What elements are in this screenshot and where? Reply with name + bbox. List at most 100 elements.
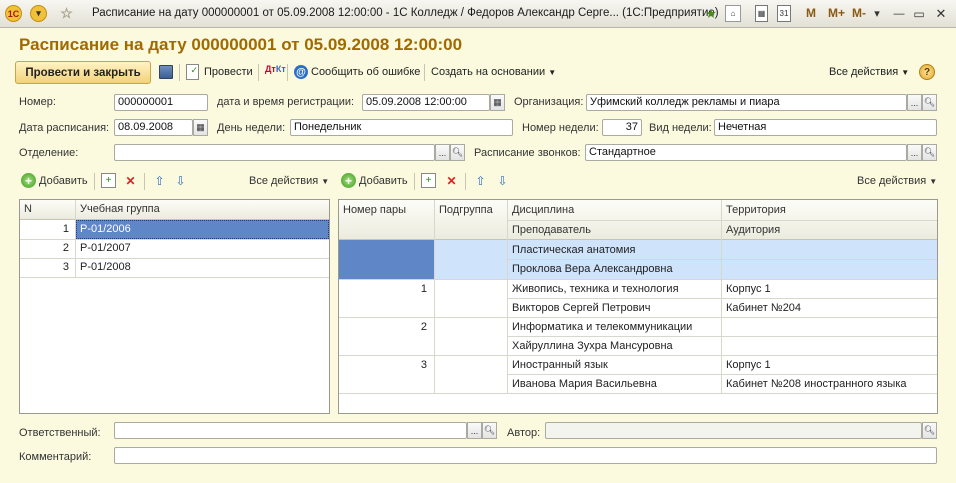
column-header-group[interactable]: Учебная группа [76, 203, 326, 215]
chevron-down-icon: ▼ [321, 177, 330, 186]
memory-minus-button[interactable]: M- [852, 6, 866, 20]
memory-m-button[interactable]: M [806, 6, 816, 20]
territory-cell: Корпус 1 [726, 283, 771, 295]
add-icon[interactable]: + [341, 173, 356, 188]
help-button[interactable]: ? [919, 64, 935, 80]
move-up-icon[interactable]: ⇧ [152, 173, 167, 188]
table-row[interactable]: 3 Р-01/2008 [20, 258, 329, 277]
column-header-territory[interactable]: Территория [722, 204, 935, 216]
app-logo-icon[interactable]: 1С [5, 5, 22, 22]
teacher-cell: Викторов Сергей Петрович [512, 302, 651, 314]
organization-open-icon[interactable]: 🔍︎ [922, 94, 937, 111]
groups-all-actions-button[interactable]: Все действия ▼ [249, 175, 329, 187]
calculator-icon[interactable]: ▦ [755, 5, 768, 22]
at-sign-icon[interactable]: @ [294, 65, 308, 79]
author-label: Автор: [507, 427, 541, 439]
weekday-field[interactable]: Понедельник [290, 119, 513, 136]
calendar-picker-icon[interactable]: ▦ [193, 119, 208, 136]
move-down-icon[interactable]: ⇩ [173, 173, 188, 188]
main-menu-icon[interactable]: ▾ [30, 5, 47, 22]
column-header-room[interactable]: Аудитория [722, 224, 935, 236]
department-field[interactable] [114, 144, 435, 161]
add-favorite-icon[interactable]: ★ [703, 5, 719, 22]
movements-icon[interactable]: ДтКт [265, 64, 286, 74]
department-open-icon[interactable]: 🔍︎ [450, 144, 465, 161]
history-icon[interactable]: ⌂ [725, 5, 741, 22]
chevron-down-icon: ▼ [929, 177, 938, 186]
discipline-cell: Информатика и телекоммуникации [512, 321, 693, 333]
organization-select-button[interactable]: ... [907, 94, 922, 111]
calendar-icon[interactable]: 31 [777, 5, 791, 22]
close-icon[interactable]: ✕ [934, 5, 948, 22]
post-and-close-button[interactable]: Провести и закрыть [15, 61, 151, 84]
add-icon[interactable]: + [21, 173, 36, 188]
teacher-cell: Хайруллина Зухра Мансуровна [512, 340, 673, 352]
lessons-all-actions-button[interactable]: Все действия ▼ [857, 175, 937, 187]
all-actions-label: Все действия [249, 175, 319, 187]
territory-cell: Корпус 1 [726, 359, 771, 371]
table-row[interactable]: 1 Р-01/2006 [20, 220, 329, 239]
bells-open-icon[interactable]: 🔍︎ [922, 144, 937, 161]
author-open-icon[interactable]: 🔍︎ [922, 422, 937, 439]
schedule-date-label: Дата расписания: [19, 122, 110, 134]
bells-select-button[interactable]: ... [907, 144, 922, 161]
post-document-icon[interactable]: ✓ [186, 64, 199, 80]
responsible-select-button[interactable]: ... [467, 422, 482, 439]
create-based-on-label: Создать на основании [431, 66, 546, 78]
post-button[interactable]: Провести [204, 66, 253, 78]
group-cell: Р-01/2007 [80, 242, 131, 254]
column-header-subgroup[interactable]: Подгруппа [435, 204, 507, 216]
responsible-label: Ответственный: [19, 427, 101, 439]
lessons-table[interactable]: Номер пары Подгруппа Дисциплина Преподав… [338, 199, 938, 414]
toolbar-more-icon[interactable]: ▾ [872, 5, 882, 22]
discipline-cell: Пластическая анатомия [512, 244, 636, 256]
move-up-icon[interactable]: ⇧ [473, 173, 488, 188]
discipline-cell: Живопись, техника и технология [512, 283, 679, 295]
organization-field[interactable]: Уфимский колледж рекламы и пиара [586, 94, 907, 111]
group-cell: Р-01/2008 [80, 261, 131, 273]
all-actions-label: Все действия [857, 175, 927, 187]
week-number-field[interactable]: 37 [602, 119, 642, 136]
reg-datetime-field[interactable]: 05.09.2008 12:00:00 [362, 94, 490, 111]
column-header-n[interactable]: N [20, 203, 75, 215]
column-header-pair[interactable]: Номер пары [339, 204, 434, 216]
reg-datetime-label: дата и время регистрации: [217, 96, 355, 108]
minimize-icon[interactable]: — [892, 5, 906, 22]
calendar-picker-icon[interactable]: ▦ [490, 94, 505, 111]
author-field[interactable] [545, 422, 922, 439]
row-number: 1 [62, 223, 69, 235]
copy-row-icon[interactable]: + [101, 173, 116, 188]
copy-row-icon[interactable]: + [421, 173, 436, 188]
week-type-label: Вид недели: [649, 122, 712, 134]
column-header-teacher[interactable]: Преподаватель [508, 224, 721, 236]
column-header-discipline[interactable]: Дисциплина [508, 204, 721, 216]
comment-field[interactable] [114, 447, 937, 464]
favorite-star-icon[interactable]: ☆ [58, 5, 75, 22]
delete-row-icon[interactable]: ✕ [444, 173, 459, 188]
delete-row-icon[interactable]: ✕ [123, 173, 138, 188]
teacher-cell: Иванова Мария Васильевна [512, 378, 657, 390]
pair-cell: 2 [420, 321, 427, 333]
all-actions-button[interactable]: Все действия ▼ [829, 66, 909, 78]
responsible-field[interactable] [114, 422, 467, 439]
document-title: Расписание на дату 000000001 от 05.09.20… [19, 35, 463, 54]
maximize-icon[interactable]: ▭ [912, 5, 926, 22]
all-actions-label: Все действия [829, 66, 899, 78]
groups-add-button[interactable]: Добавить [39, 175, 88, 187]
create-based-on-button[interactable]: Создать на основании ▼ [431, 66, 556, 78]
schedule-date-field[interactable]: 08.09.2008 [114, 119, 193, 136]
department-select-button[interactable]: ... [435, 144, 450, 161]
memory-plus-button[interactable]: M+ [828, 6, 845, 20]
row-number: 3 [62, 261, 69, 273]
bells-field[interactable]: Стандартное [585, 144, 907, 161]
lessons-add-button[interactable]: Добавить [359, 175, 408, 187]
number-field[interactable]: 000000001 [114, 94, 208, 111]
groups-table[interactable]: N Учебная группа 1 Р-01/2006 2 Р-01/2007… [19, 199, 330, 414]
table-row[interactable]: 2 Р-01/2007 [20, 239, 329, 258]
group-cell: Р-01/2006 [80, 223, 131, 235]
week-type-field[interactable]: Нечетная [714, 119, 937, 136]
save-icon[interactable] [159, 65, 173, 79]
move-down-icon[interactable]: ⇩ [495, 173, 510, 188]
report-error-button[interactable]: Сообщить об ошибке [311, 66, 420, 78]
responsible-open-icon[interactable]: 🔍︎ [482, 422, 497, 439]
